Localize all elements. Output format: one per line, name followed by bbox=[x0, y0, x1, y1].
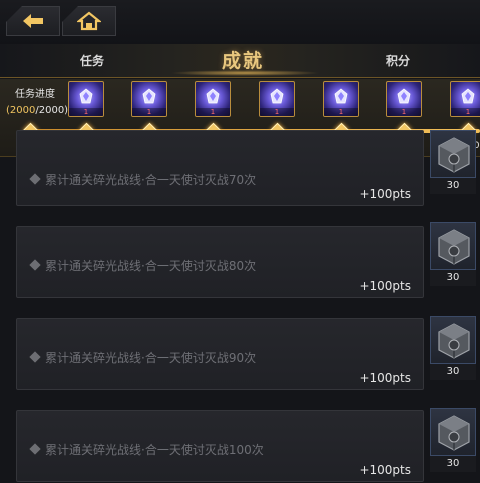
quest-reward-box bbox=[430, 130, 476, 178]
quest-reward-count: 30 bbox=[430, 178, 476, 194]
milestone-reward-500[interactable]: 1 bbox=[131, 81, 167, 117]
milestone-reward-250[interactable]: 1 bbox=[68, 81, 104, 117]
relic-cube-icon bbox=[438, 323, 470, 359]
quest-reward[interactable]: 30 bbox=[430, 222, 476, 286]
reward-qty: 1 bbox=[69, 108, 103, 116]
home-button[interactable] bbox=[62, 6, 116, 36]
top-bar bbox=[0, 0, 480, 44]
home-icon bbox=[77, 11, 101, 31]
quest-reward-box bbox=[430, 316, 476, 364]
quest-bullet-icon bbox=[29, 351, 41, 363]
quest-reward-count: 30 bbox=[430, 364, 476, 380]
reward-qty: 1 bbox=[196, 108, 230, 116]
crystal-icon bbox=[461, 88, 475, 104]
quest-item[interactable]: 累计通关碎光战线·合一天使讨灭战70次 +100pts bbox=[16, 130, 424, 206]
quest-bullet-icon bbox=[29, 259, 41, 271]
active-tab-glow bbox=[170, 70, 320, 76]
quest-reward[interactable]: 30 bbox=[430, 130, 476, 194]
reward-qty: 1 bbox=[387, 108, 421, 116]
quest-reward[interactable]: 30 bbox=[430, 316, 476, 380]
quest-item[interactable]: 累计通关碎光战线·合一天使讨灭战80次 +100pts bbox=[16, 226, 424, 298]
back-button[interactable] bbox=[6, 6, 60, 36]
back-arrow-icon bbox=[23, 14, 43, 28]
crystal-icon bbox=[270, 88, 284, 104]
crystal-icon bbox=[142, 88, 156, 104]
reward-qty: 1 bbox=[132, 108, 166, 116]
relic-cube-icon bbox=[438, 229, 470, 265]
quest-points: +100pts bbox=[359, 187, 411, 201]
progress-label: 任务进度 bbox=[15, 89, 55, 100]
quest-item[interactable]: 累计通关碎光战线·合一天使讨灭战90次 +100pts bbox=[16, 318, 424, 390]
milestone-reward-1250[interactable]: 1 bbox=[323, 81, 359, 117]
reward-qty: 1 bbox=[260, 108, 294, 116]
reward-qty: 1 bbox=[451, 108, 480, 116]
quest-item[interactable]: 累计通关碎光战线·合一天使讨灭战100次 +100pts bbox=[16, 410, 424, 482]
quest-reward-box bbox=[430, 222, 476, 270]
quest-description: 累计通关碎光战线·合一天使讨灭战70次 bbox=[45, 173, 257, 187]
tab-bar: 任务 成就 积分 bbox=[0, 44, 480, 78]
crystal-icon bbox=[334, 88, 348, 104]
quest-reward[interactable]: 30 bbox=[430, 408, 476, 472]
quest-points: +100pts bbox=[359, 463, 411, 477]
quest-points: +100pts bbox=[359, 279, 411, 293]
quest-bullet-icon bbox=[29, 443, 41, 455]
progress-count: (2000/2000) bbox=[6, 105, 69, 116]
quest-reward-count: 30 bbox=[430, 270, 476, 286]
crystal-icon bbox=[206, 88, 220, 104]
tab-missions[interactable]: 任务 bbox=[80, 52, 104, 69]
quest-description: 累计通关碎光战线·合一天使讨灭战80次 bbox=[45, 259, 257, 273]
quest-points: +100pts bbox=[359, 371, 411, 385]
quest-reward-count: 30 bbox=[430, 456, 476, 472]
quest-description: 累计通关碎光战线·合一天使讨灭战90次 bbox=[45, 351, 257, 365]
tab-points[interactable]: 积分 bbox=[386, 52, 410, 69]
milestone-reward-1000[interactable]: 1 bbox=[259, 81, 295, 117]
quest-description: 累计通关碎光战线·合一天使讨灭战100次 bbox=[45, 443, 264, 457]
quest-bullet-icon bbox=[29, 173, 41, 185]
milestone-reward-1500[interactable]: 1 bbox=[386, 81, 422, 117]
milestone-reward-1750[interactable]: 1 bbox=[450, 81, 480, 117]
crystal-icon bbox=[79, 88, 93, 104]
relic-cube-icon bbox=[438, 415, 470, 451]
reward-qty: 1 bbox=[324, 108, 358, 116]
crystal-icon bbox=[397, 88, 411, 104]
tab-achievements[interactable]: 成就 bbox=[222, 46, 264, 73]
milestone-reward-750[interactable]: 1 bbox=[195, 81, 231, 117]
quest-reward-box bbox=[430, 408, 476, 456]
relic-cube-icon bbox=[438, 137, 470, 173]
